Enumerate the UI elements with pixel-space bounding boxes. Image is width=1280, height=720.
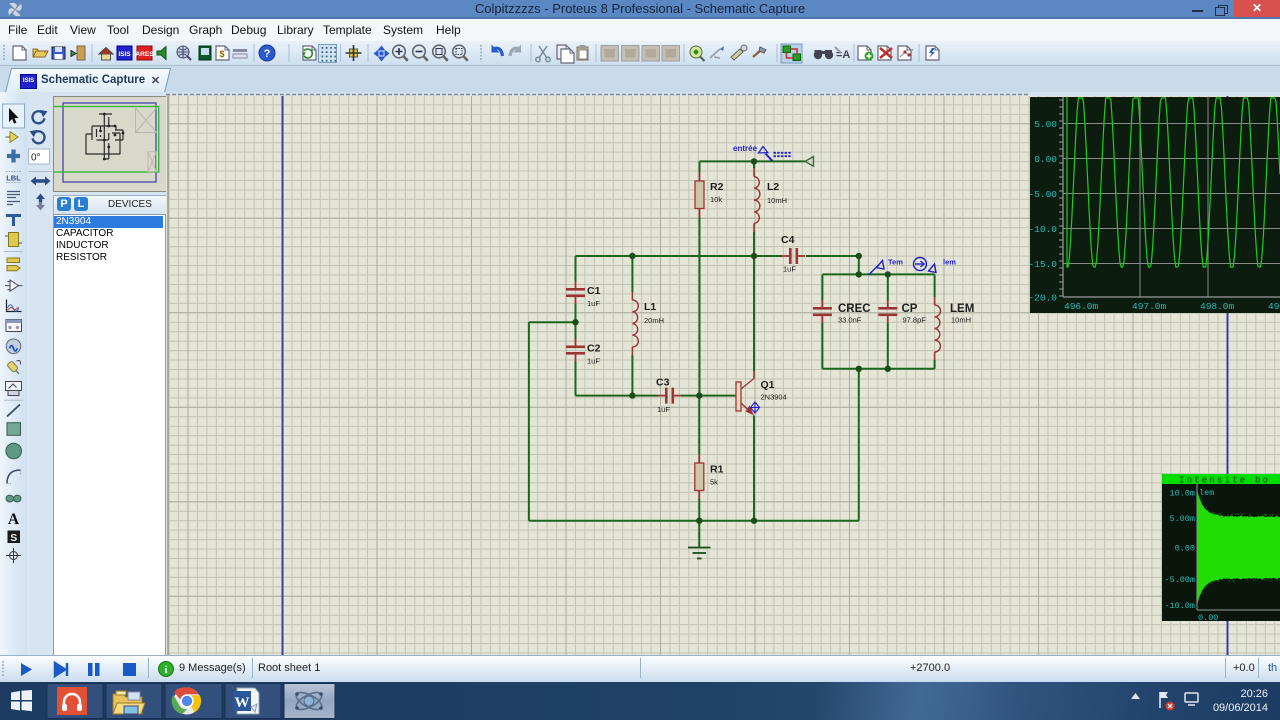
svg-text:0.00: 0.00 (1175, 544, 1195, 554)
svg-text:10.0m: 10.0m (1169, 489, 1195, 499)
svg-text:-15.0: -15.0 (1030, 259, 1057, 270)
svg-text:-5.00m: -5.00m (1164, 575, 1195, 585)
svg-text:-5.00: -5.00 (1030, 189, 1057, 200)
svg-text:Intensite bo: Intensite bo (1179, 476, 1270, 486)
svg-text:S: S (10, 532, 17, 544)
svg-text:entrée: entrée (733, 144, 758, 153)
svg-text:Tem: Tem (888, 258, 903, 267)
svg-text:-10.0: -10.0 (1030, 224, 1057, 235)
svg-text:LEM: LEM (950, 303, 974, 315)
svg-text:1uF: 1uF (657, 405, 670, 414)
svg-text:10mH: 10mH (767, 196, 787, 205)
svg-text:lem: lem (1199, 488, 1214, 498)
svg-text:33.0nF: 33.0nF (838, 316, 862, 325)
svg-text:1uF: 1uF (587, 357, 600, 366)
svg-text:-10.0m: -10.0m (1164, 601, 1195, 611)
svg-text:5.00: 5.00 (1034, 119, 1057, 130)
svg-text:5.00m: 5.00m (1169, 514, 1195, 524)
svg-text:499: 499 (1268, 301, 1280, 312)
svg-text:1uF: 1uF (587, 299, 600, 308)
svg-text:CREC: CREC (838, 303, 871, 315)
svg-text:C3: C3 (656, 377, 670, 389)
svg-text:W: W (235, 695, 250, 711)
svg-text:CP: CP (902, 303, 918, 315)
svg-text:C4: C4 (781, 234, 795, 246)
svg-text:ARES: ARES (135, 51, 154, 58)
svg-text:20mH: 20mH (644, 316, 664, 325)
svg-text:0.00: 0.00 (1034, 154, 1057, 165)
svg-text:497.0m: 497.0m (1132, 301, 1167, 312)
svg-text:A: A (8, 511, 20, 528)
svg-text:L2: L2 (767, 181, 779, 193)
svg-text:L1: L1 (644, 301, 656, 313)
svg-text:0°: 0° (31, 153, 41, 164)
svg-text:10mH: 10mH (951, 316, 971, 325)
svg-text:2N3904: 2N3904 (761, 393, 787, 402)
svg-text:R2: R2 (710, 181, 724, 193)
svg-text:1uF: 1uF (783, 265, 796, 274)
svg-text:0.00: 0.00 (1198, 613, 1218, 621)
svg-text:$: $ (219, 49, 224, 59)
svg-text:10k: 10k (710, 195, 722, 204)
svg-text:ISIS: ISIS (118, 51, 131, 58)
svg-text:i: i (164, 664, 167, 676)
svg-text:C2: C2 (587, 343, 601, 355)
svg-text:LBL: LBL (6, 174, 21, 183)
svg-text:-20.0: -20.0 (1030, 293, 1057, 304)
svg-text:R1: R1 (710, 464, 724, 476)
svg-text:lem: lem (943, 258, 956, 267)
svg-text:C1: C1 (587, 285, 601, 297)
svg-text:496.0m: 496.0m (1064, 301, 1099, 312)
svg-text:5k: 5k (710, 478, 718, 487)
svg-text:?: ? (264, 48, 271, 60)
svg-text:498.0m: 498.0m (1200, 301, 1235, 312)
svg-text:Q1: Q1 (761, 379, 775, 391)
svg-text:97.8pF: 97.8pF (903, 316, 927, 325)
